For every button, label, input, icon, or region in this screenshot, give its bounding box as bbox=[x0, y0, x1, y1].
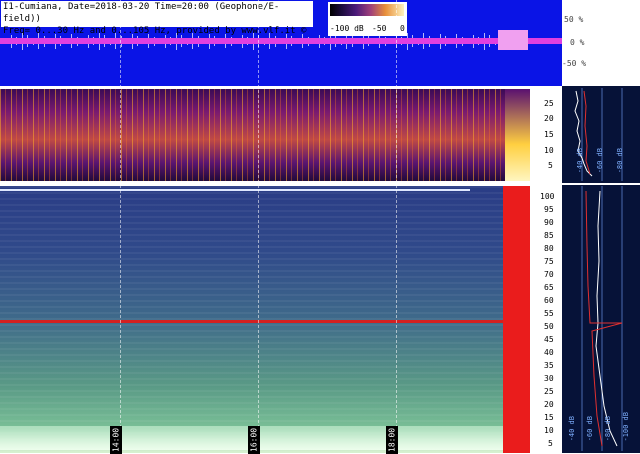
average-spectrum-plot bbox=[562, 88, 640, 451]
right-label-top-3: -80 dB bbox=[616, 148, 624, 174]
spec2-tick-55: 55 bbox=[544, 309, 554, 318]
spec2-tick-45: 45 bbox=[544, 335, 554, 344]
line-50hz bbox=[0, 320, 503, 323]
spec2-tick-20: 20 bbox=[544, 400, 554, 409]
spec2-tick-65: 65 bbox=[544, 283, 554, 292]
right-label-bottom-2: -60 dB bbox=[586, 416, 594, 442]
spec1-tick-15: 15 bbox=[544, 130, 554, 139]
waveform-burst bbox=[498, 30, 528, 50]
average-spectrum-panel: -40 dB -60 dB -80 dB -40 dB -60 dB -80 d… bbox=[562, 86, 640, 453]
spectrogram-low-burst bbox=[505, 89, 530, 181]
spec2-tick-35: 35 bbox=[544, 361, 554, 370]
right-label-bottom-3: -80 dB bbox=[604, 416, 612, 442]
spec2-tick-70: 70 bbox=[544, 270, 554, 279]
spec1-tick-25: 25 bbox=[544, 99, 554, 108]
colorbar-label-mid: -50 bbox=[372, 24, 387, 33]
spec2-tick-10: 10 bbox=[544, 426, 554, 435]
right-label-bottom-1: -40 dB bbox=[568, 416, 576, 442]
colorbar-gradient bbox=[330, 4, 404, 16]
wave-tick-0: 0 % bbox=[570, 38, 585, 47]
spec2-tick-80: 80 bbox=[544, 244, 554, 253]
spec1-axis: 25 20 15 10 5 bbox=[530, 89, 562, 181]
right-label-top-2: -60 dB bbox=[596, 148, 604, 174]
spec2-tick-95: 95 bbox=[544, 205, 554, 214]
colorbar-label-max: 0 bbox=[400, 24, 405, 33]
spec1-tick-10: 10 bbox=[544, 146, 554, 155]
time-gridline bbox=[120, 0, 121, 453]
spectrogram-high-saturation bbox=[503, 186, 530, 453]
time-marker-1400: 14:00 bbox=[110, 426, 122, 454]
wave-tick-50: 50 % bbox=[564, 15, 584, 24]
spec2-tick-85: 85 bbox=[544, 231, 554, 240]
waveform-trace bbox=[0, 38, 562, 44]
header-line-1: I1-Cumiana, Date=2018-03-20 Time=20:00 (… bbox=[3, 2, 280, 24]
spec2-tick-100: 100 bbox=[540, 192, 555, 201]
spec2-tick-25: 25 bbox=[544, 387, 554, 396]
line-top bbox=[0, 189, 470, 191]
time-gridline bbox=[258, 0, 259, 453]
time-gridline bbox=[396, 0, 397, 453]
right-label-bottom-4: -100 dB bbox=[622, 412, 630, 442]
spec1-tick-5: 5 bbox=[548, 161, 553, 170]
header-box: I1-Cumiana, Date=2018-03-20 Time=20:00 (… bbox=[1, 1, 313, 36]
spec2-tick-50: 50 bbox=[544, 322, 554, 331]
colorbar-label-min: -100 dB bbox=[330, 24, 364, 33]
time-marker-1800: 18:00 bbox=[386, 426, 398, 454]
wave-tick-neg50: -50 % bbox=[562, 59, 587, 68]
spec2-tick-75: 75 bbox=[544, 257, 554, 266]
spec2-tick-40: 40 bbox=[544, 348, 554, 357]
spec2-tick-30: 30 bbox=[544, 374, 554, 383]
right-label-top-1: -40 dB bbox=[576, 148, 584, 174]
spec2-axis: 100 95 90 85 80 75 70 65 60 55 50 45 40 … bbox=[530, 186, 562, 453]
spec2-tick-5: 5 bbox=[548, 439, 553, 448]
waveform-axis: 50 % 0 % -50 % bbox=[562, 0, 640, 86]
spec2-tick-90: 90 bbox=[544, 218, 554, 227]
spectrogram-low bbox=[0, 89, 530, 181]
header-line-2: Freq= 0...30 Hz and 0...105 Hz, provided… bbox=[3, 26, 307, 36]
spec2-tick-60: 60 bbox=[544, 296, 554, 305]
spec2-tick-15: 15 bbox=[544, 413, 554, 422]
time-marker-1600: 16:00 bbox=[248, 426, 260, 454]
spec1-tick-20: 20 bbox=[544, 114, 554, 123]
